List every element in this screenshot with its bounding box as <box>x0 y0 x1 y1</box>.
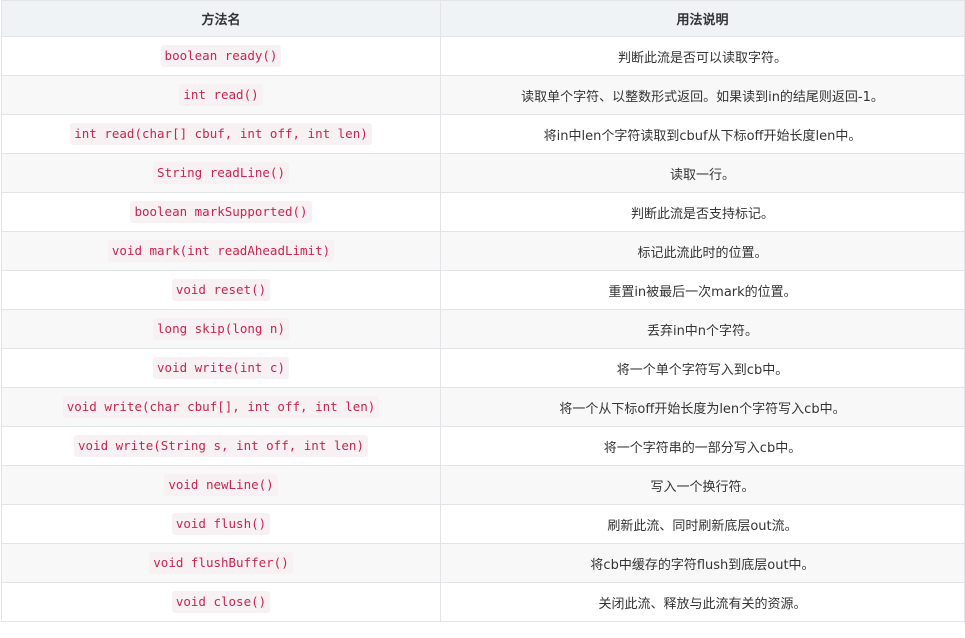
method-table: 方法名 用法说明 boolean ready() 判断此流是否可以读取字符。 i… <box>1 0 965 622</box>
method-cell: int read() <box>1 75 441 115</box>
table-row: void close() 关闭此流、释放与此流有关的资源。 <box>1 582 965 622</box>
method-signature: int read(char[] cbuf, int off, int len) <box>70 123 372 145</box>
method-description: 读取单个字符、以整数形式返回。如果读到in的结尾则返回-1。 <box>521 89 884 105</box>
method-cell: boolean ready() <box>1 36 441 76</box>
table-row: int read() 读取单个字符、以整数形式返回。如果读到in的结尾则返回-1… <box>1 75 965 115</box>
method-description: 丢弃in中n个字符。 <box>646 323 759 339</box>
table-row: void reset() 重置in被最后一次mark的位置。 <box>1 270 965 310</box>
table-row: void flushBuffer() 将cb中缓存的字符flush到底层out中… <box>1 543 965 583</box>
description-cell: 写入一个换行符。 <box>440 465 965 505</box>
method-signature: void flush() <box>171 513 271 535</box>
method-description: 关闭此流、释放与此流有关的资源。 <box>598 596 807 612</box>
description-cell: 将一个字符串的一部分写入cb中。 <box>440 426 965 466</box>
method-cell: void write(char cbuf[], int off, int len… <box>1 387 441 427</box>
method-description: 标记此流此时的位置。 <box>637 245 768 261</box>
method-description: 写入一个换行符。 <box>650 479 755 495</box>
method-cell: int read(char[] cbuf, int off, int len) <box>1 114 441 154</box>
method-name-header: 方法名 <box>1 0 441 37</box>
method-cell: long skip(long n) <box>1 309 441 349</box>
description-cell: 将in中len个字符读取到cbuf从下标off开始长度len中。 <box>440 114 965 154</box>
table-row: void flush() 刷新此流、同时刷新底层out流。 <box>1 504 965 544</box>
description-cell: 将一个从下标off开始长度为len个字符写入cb中。 <box>440 387 965 427</box>
method-description: 将cb中缓存的字符flush到底层out中。 <box>590 557 815 573</box>
table-row: boolean markSupported() 判断此流是否支持标记。 <box>1 192 965 232</box>
table-row: int read(char[] cbuf, int off, int len) … <box>1 114 965 154</box>
description-cell: 读取一行。 <box>440 153 965 193</box>
method-signature: void write(int c) <box>153 357 289 379</box>
table-row: void write(int c) 将一个单个字符写入到cb中。 <box>1 348 965 388</box>
method-cell: void mark(int readAheadLimit) <box>1 231 441 271</box>
method-description: 将一个字符串的一部分写入cb中。 <box>603 440 802 456</box>
method-description: 将in中len个字符读取到cbuf从下标off开始长度len中。 <box>543 128 862 144</box>
method-signature: int read() <box>179 84 263 106</box>
description-cell: 刷新此流、同时刷新底层out流。 <box>440 504 965 544</box>
description-cell: 关闭此流、释放与此流有关的资源。 <box>440 582 965 622</box>
method-description: 将一个单个字符写入到cb中。 <box>616 362 789 378</box>
method-description: 刷新此流、同时刷新底层out流。 <box>607 518 798 534</box>
method-signature: void close() <box>171 591 271 613</box>
method-signature: boolean ready() <box>160 45 282 67</box>
method-description: 判断此流是否可以读取字符。 <box>617 50 787 66</box>
table-row: String readLine() 读取一行。 <box>1 153 965 193</box>
description-cell: 将cb中缓存的字符flush到底层out中。 <box>440 543 965 583</box>
method-cell: void write(int c) <box>1 348 441 388</box>
table-row: void write(char cbuf[], int off, int len… <box>1 387 965 427</box>
description-cell: 读取单个字符、以整数形式返回。如果读到in的结尾则返回-1。 <box>440 75 965 115</box>
description-header: 用法说明 <box>440 0 965 37</box>
method-cell: void flushBuffer() <box>1 543 441 583</box>
method-description: 重置in被最后一次mark的位置。 <box>608 284 797 300</box>
method-cell: void close() <box>1 582 441 622</box>
table-row: boolean ready() 判断此流是否可以读取字符。 <box>1 36 965 76</box>
description-cell: 判断此流是否支持标记。 <box>440 192 965 232</box>
table-row: long skip(long n) 丢弃in中n个字符。 <box>1 309 965 349</box>
table-header-row: 方法名 用法说明 <box>1 0 965 37</box>
description-cell: 重置in被最后一次mark的位置。 <box>440 270 965 310</box>
method-description: 读取一行。 <box>669 167 735 183</box>
table-row: void write(String s, int off, int len) 将… <box>1 426 965 466</box>
method-cell: void flush() <box>1 504 441 544</box>
method-signature: void write(String s, int off, int len) <box>74 435 368 457</box>
method-signature: void write(char cbuf[], int off, int len… <box>62 396 380 418</box>
method-signature: void reset() <box>171 279 271 301</box>
table-row: void mark(int readAheadLimit) 标记此流此时的位置。 <box>1 231 965 271</box>
method-cell: void reset() <box>1 270 441 310</box>
method-cell: void write(String s, int off, int len) <box>1 426 441 466</box>
method-description: 判断此流是否支持标记。 <box>630 206 774 222</box>
description-cell: 判断此流是否可以读取字符。 <box>440 36 965 76</box>
method-cell: void newLine() <box>1 465 441 505</box>
description-cell: 标记此流此时的位置。 <box>440 231 965 271</box>
method-signature: boolean markSupported() <box>130 201 312 223</box>
method-signature: long skip(long n) <box>153 318 289 340</box>
description-cell: 丢弃in中n个字符。 <box>440 309 965 349</box>
method-cell: String readLine() <box>1 153 441 193</box>
table-row: void newLine() 写入一个换行符。 <box>1 465 965 505</box>
method-signature: void mark(int readAheadLimit) <box>107 240 335 262</box>
description-cell: 将一个单个字符写入到cb中。 <box>440 348 965 388</box>
method-signature: String readLine() <box>153 162 289 184</box>
method-signature: void flushBuffer() <box>149 552 293 574</box>
method-cell: boolean markSupported() <box>1 192 441 232</box>
method-signature: void newLine() <box>164 474 278 496</box>
method-description: 将一个从下标off开始长度为len个字符写入cb中。 <box>559 401 846 417</box>
